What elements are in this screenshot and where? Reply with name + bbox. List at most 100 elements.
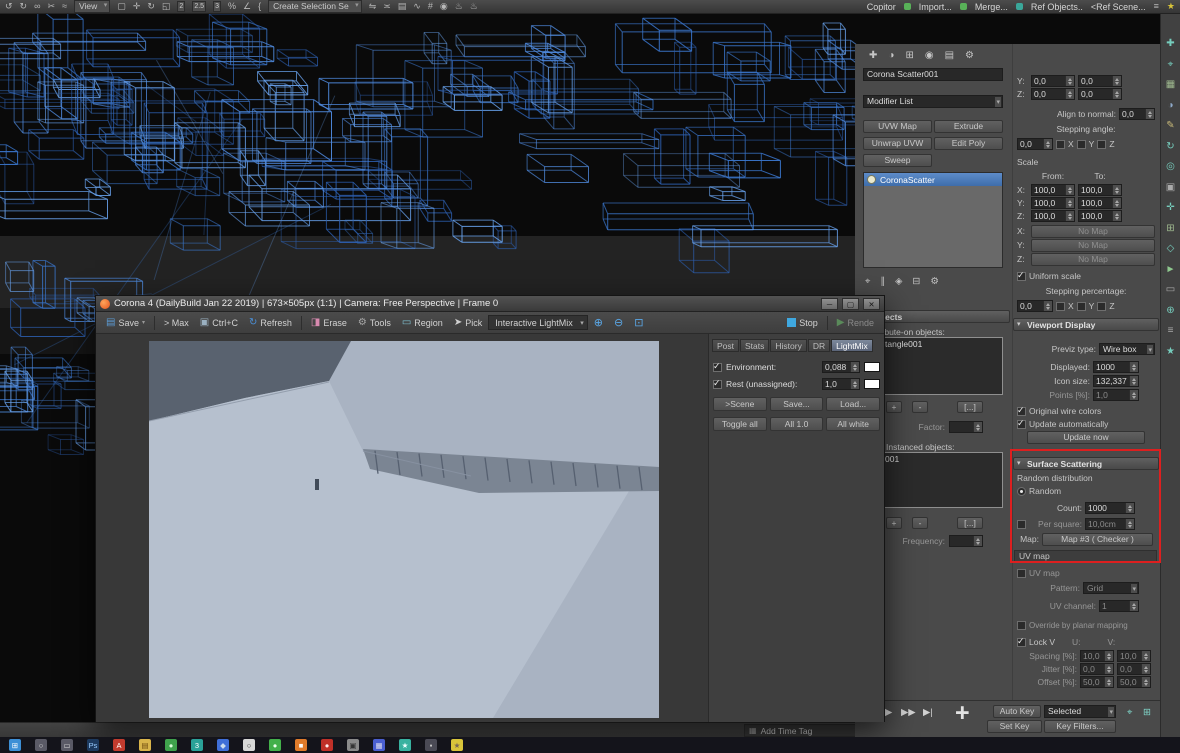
tab-post[interactable]: Post [712, 339, 739, 352]
spacing-u-spinner[interactable]: 10,0 [1080, 650, 1114, 662]
plus-grid-icon[interactable]: ⊞ [1166, 223, 1174, 234]
pivot-icon[interactable]: ⌖ [1168, 59, 1174, 70]
spinner-arrows[interactable] [1141, 651, 1150, 661]
app-red[interactable]: ● [321, 739, 333, 751]
scale-z-to-spinner[interactable]: 100,0 [1078, 210, 1122, 222]
snap-2d-icon[interactable]: 2 [177, 1, 185, 12]
spinner-arrows[interactable] [1129, 601, 1138, 611]
unlink-selection-icon[interactable]: ✂ [48, 0, 56, 13]
update-now-button[interactable]: Update now [1027, 431, 1145, 444]
add-circle-icon[interactable]: ⊕ [1166, 305, 1174, 316]
modifier-enable-bulb-icon[interactable] [867, 175, 876, 184]
key-filters-button[interactable]: Key Filters... [1044, 720, 1116, 733]
show-end-result-icon[interactable]: ∥ [880, 276, 885, 287]
all-white-button[interactable]: All white [826, 417, 880, 431]
map-y-button[interactable]: No Map [1031, 239, 1155, 252]
utilities-tab-icon[interactable]: ⚙ [965, 50, 974, 61]
spinner-arrows[interactable] [1129, 376, 1138, 386]
stepping-angle-spinner[interactable]: 0,0 [1017, 138, 1053, 150]
isolate-icon[interactable]: ⌖ [1127, 707, 1132, 718]
select-and-move-icon[interactable]: ✛ [133, 0, 141, 13]
distribute-remove-button[interactable]: - [912, 401, 928, 413]
display-tab-icon[interactable]: ▤ [945, 50, 954, 61]
minimize-button[interactable]: ─ [821, 298, 838, 310]
environment-spinner[interactable]: 0,088 [822, 361, 860, 373]
material-editor-icon[interactable]: ◉ [440, 0, 448, 13]
rotation-z-to-spinner[interactable]: 0,0 [1078, 88, 1122, 100]
viewport-display-rollout-header[interactable]: Viewport Display [1013, 318, 1159, 331]
spinner-arrows[interactable] [973, 422, 982, 432]
import-button[interactable]: Import... [919, 2, 952, 12]
tools-button[interactable]: ⚙Tools [353, 316, 396, 330]
stepping-percentage-spinner[interactable]: 0,0 [1017, 300, 1053, 312]
play-icon[interactable]: ► [1166, 264, 1176, 275]
percent-snap-icon[interactable]: % [228, 0, 236, 13]
app-files[interactable]: ▤ [139, 739, 151, 751]
instanced-remove-button[interactable]: - [912, 517, 928, 529]
set-key-button[interactable]: Set Key [987, 720, 1042, 733]
rest-color-swatch[interactable] [864, 379, 880, 389]
distribute-pick-button[interactable]: [...] [957, 401, 983, 413]
spinner-arrows[interactable] [1112, 76, 1121, 86]
spinner-arrows[interactable] [1104, 651, 1113, 661]
spinner-arrows[interactable] [1043, 139, 1052, 149]
hierarchy-tab-icon[interactable]: ⊞ [905, 50, 913, 61]
to-max-button[interactable]: > Max [159, 316, 194, 330]
environment-color-swatch[interactable] [864, 362, 880, 372]
spinner-arrows[interactable] [1129, 390, 1138, 400]
spinner-arrows[interactable] [1065, 211, 1074, 221]
modifier-list-dropdown[interactable]: Modifier List [863, 95, 1003, 108]
lightmix-load-button[interactable]: Load... [826, 397, 880, 411]
lightmix-mode-dropdown[interactable]: Interactive LightMix [488, 315, 588, 330]
region-button[interactable]: ▭Region [397, 316, 448, 330]
factor-spinner[interactable] [949, 421, 983, 433]
view-dropdown[interactable]: View [74, 0, 110, 13]
stepping-angle-x-checkbox[interactable] [1056, 140, 1065, 149]
start-button[interactable]: ⊞ [9, 739, 21, 751]
override-planar-checkbox[interactable] [1017, 621, 1026, 630]
spinner-arrows[interactable] [1141, 664, 1150, 674]
app-browser[interactable]: ● [165, 739, 177, 751]
spinner-arrows[interactable] [1065, 198, 1074, 208]
tab-stats[interactable]: Stats [740, 339, 769, 352]
app-blue[interactable]: ◆ [217, 739, 229, 751]
offset-u-spinner[interactable]: 50,0 [1080, 676, 1114, 688]
render-button[interactable]: ▶Rende [832, 316, 879, 330]
spinner-arrows[interactable] [850, 379, 859, 389]
angle-snap-icon[interactable]: ∠ [243, 0, 251, 13]
to-scene-button[interactable]: >Scene [713, 397, 767, 411]
rotation-y-from-spinner[interactable]: 0,0 [1031, 75, 1075, 87]
create-tab-icon[interactable]: ✚ [869, 50, 877, 61]
refresh-icon[interactable]: ↻ [1166, 141, 1174, 152]
edit-icon[interactable]: ✎ [1166, 120, 1174, 131]
snap-3d-icon[interactable]: 3 [213, 1, 221, 12]
zoom-in-icon[interactable]: ⊕ [589, 314, 608, 331]
box-icon[interactable]: ▣ [1166, 182, 1175, 193]
spinner-snap-icon[interactable]: { [258, 0, 261, 13]
stepping-angle-z-checkbox[interactable] [1097, 140, 1106, 149]
spacing-v-spinner[interactable]: 10,0 [1117, 650, 1151, 662]
render-production-icon[interactable]: ♨ [470, 0, 478, 13]
selected-dropdown[interactable]: Selected [1044, 705, 1116, 718]
mirror-icon[interactable]: ⇋ [369, 0, 377, 13]
app-clock[interactable]: ○ [243, 739, 255, 751]
erase-button[interactable]: ◨Erase [306, 316, 352, 330]
uv-map-checkbox[interactable] [1017, 569, 1026, 578]
undo-icon[interactable]: ↺ [5, 0, 13, 13]
render-setup-icon[interactable]: ♨ [455, 0, 463, 13]
rotation-z-from-spinner[interactable]: 0,0 [1031, 88, 1075, 100]
pattern-dropdown[interactable]: Grid [1083, 582, 1139, 594]
icon-size-spinner[interactable]: 132,337 [1093, 375, 1139, 387]
rest-spinner[interactable]: 1,0 [822, 378, 860, 390]
sweep-button[interactable]: Sweep [863, 154, 932, 167]
maximize-button[interactable]: ▢ [842, 298, 859, 310]
modifier-stack-selected-row[interactable]: CoronaScatter [864, 173, 1002, 186]
ref-scene-button[interactable]: <Ref Scene... [1091, 2, 1146, 12]
frequency-spinner[interactable] [949, 535, 983, 547]
stepping-pct-z-checkbox[interactable] [1097, 302, 1106, 311]
select-and-rotate-icon[interactable]: ↻ [147, 0, 155, 13]
jitter-v-spinner[interactable]: 0,0 [1117, 663, 1151, 675]
tab-history[interactable]: History [770, 339, 806, 352]
rest-checkbox[interactable] [713, 380, 722, 389]
extrude-button[interactable]: Extrude [934, 120, 1003, 133]
